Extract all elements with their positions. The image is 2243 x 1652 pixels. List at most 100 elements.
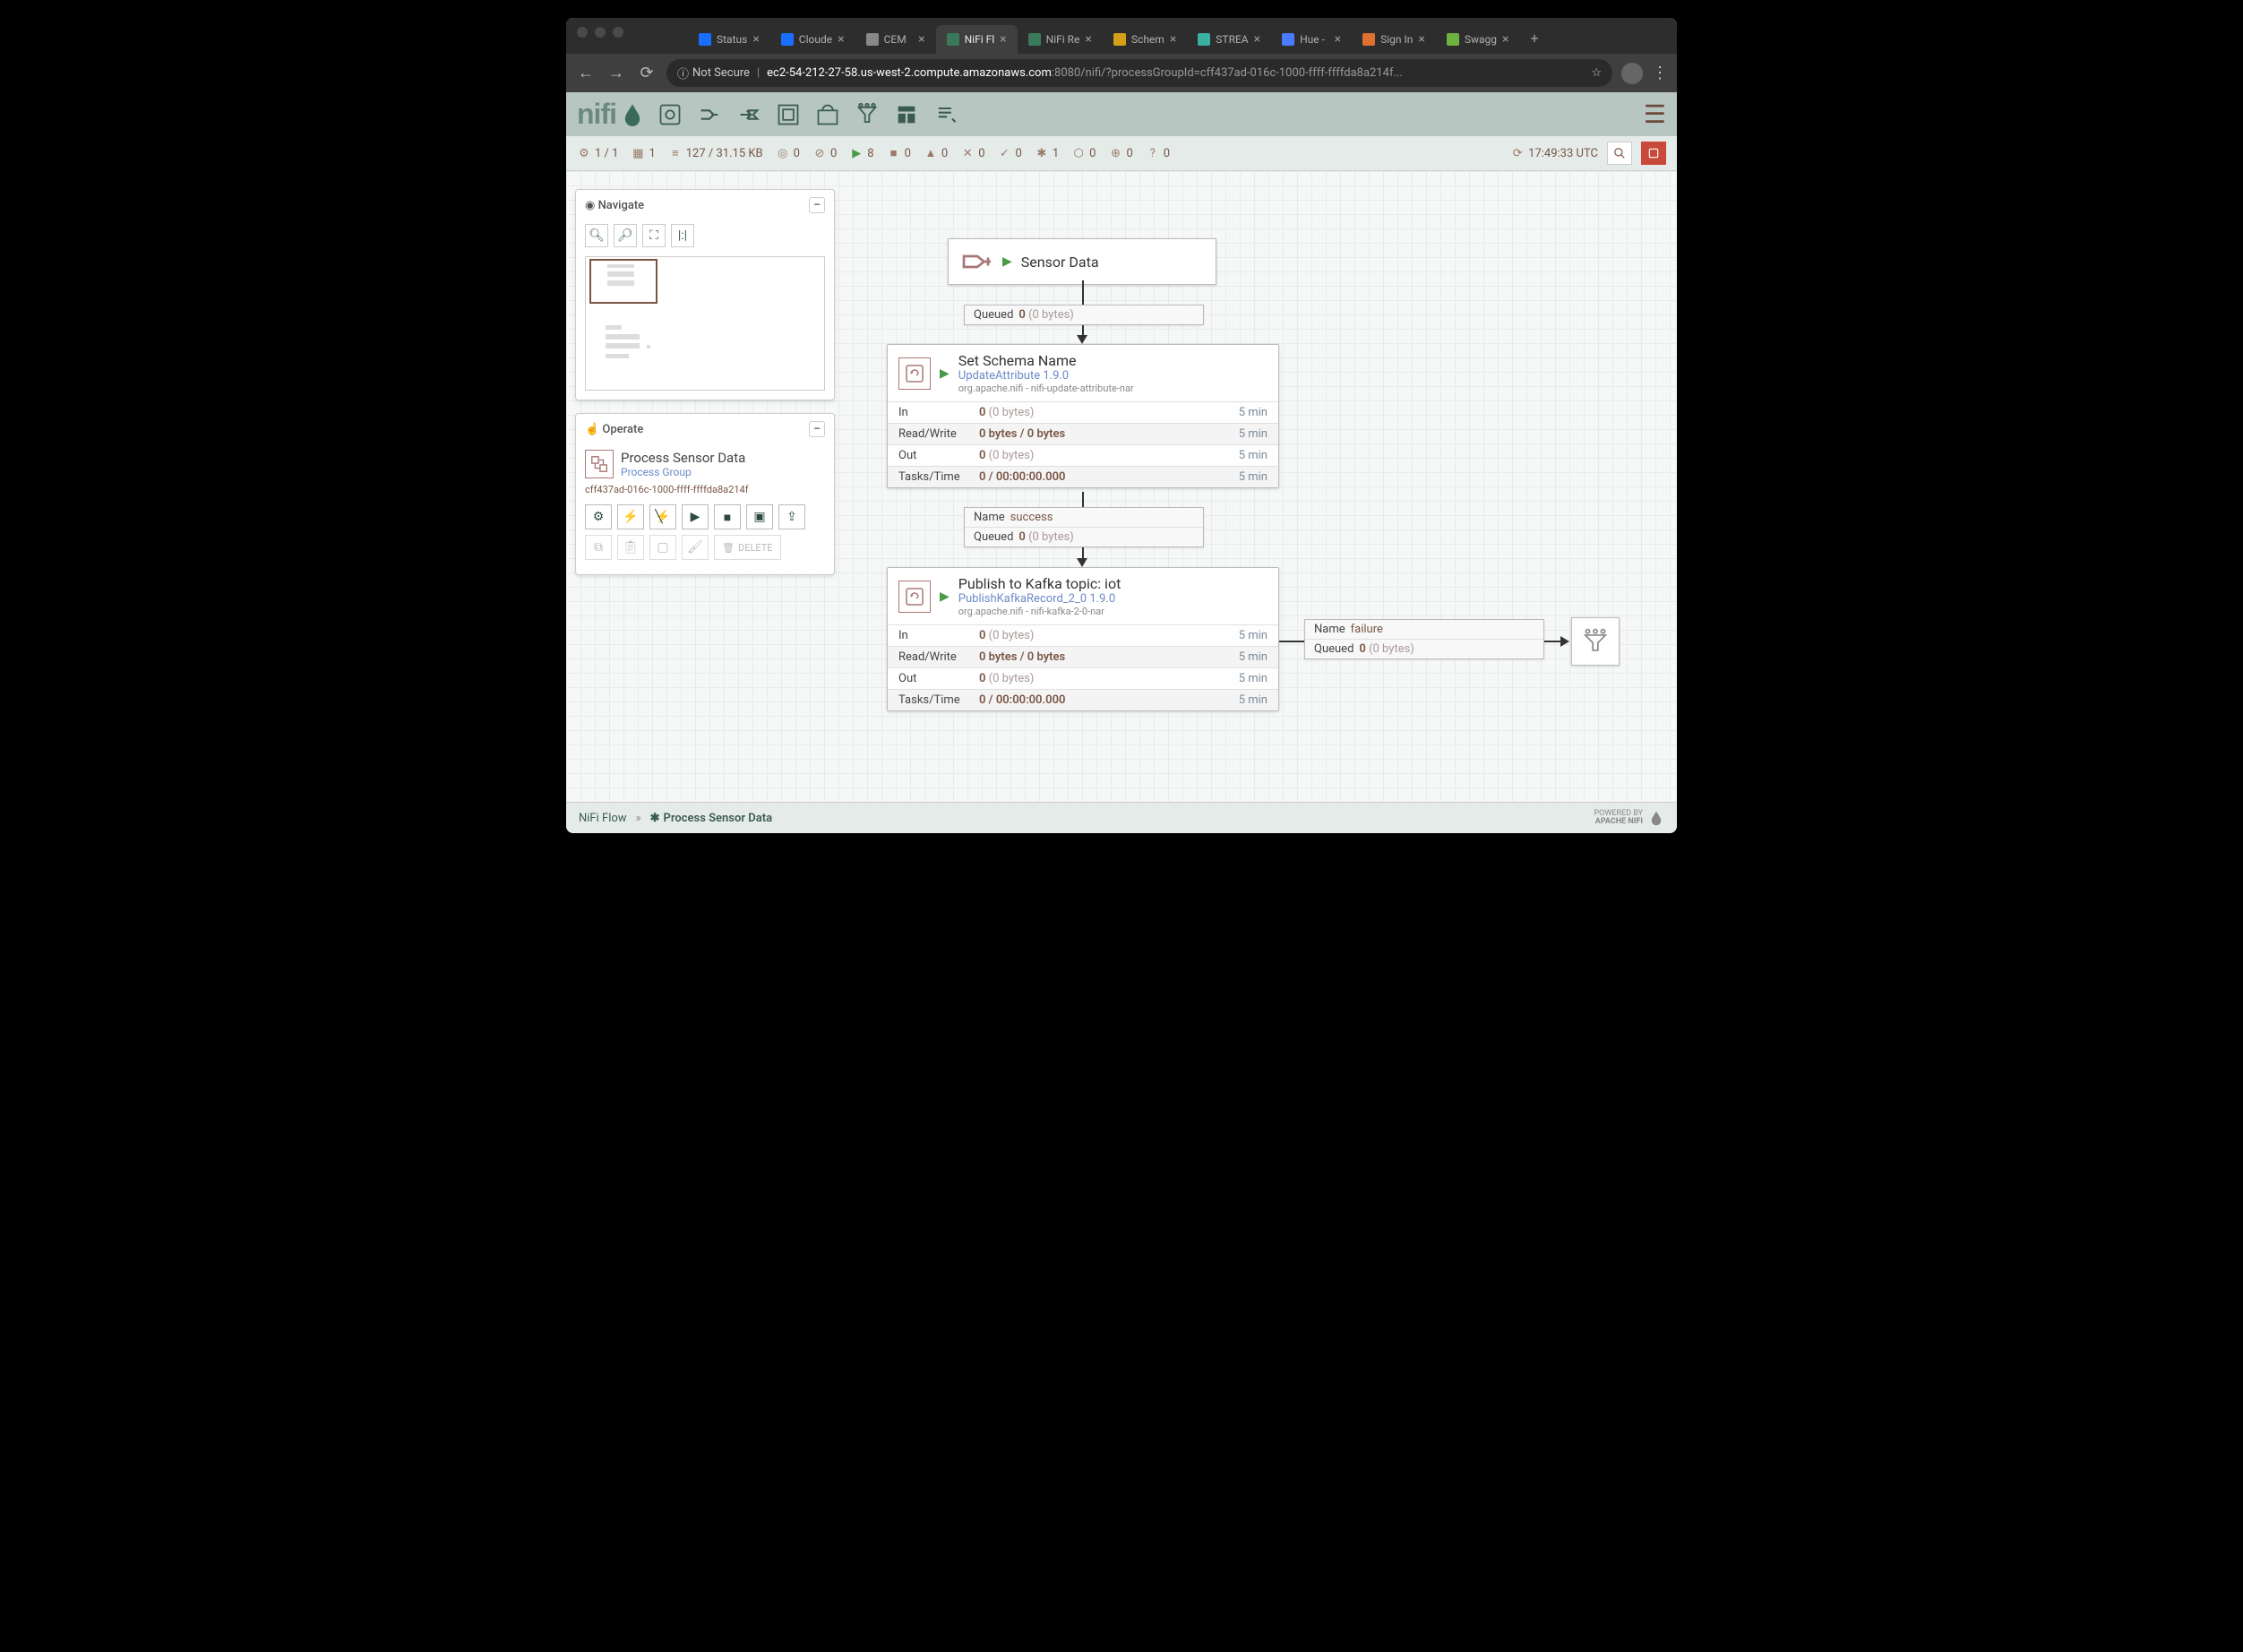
copy-button: ⧉ [585,535,612,560]
start-button[interactable]: ▶ [682,504,709,529]
status-up-to-date: ✓0 [998,147,1022,160]
tab-close-icon[interactable]: × [1502,32,1508,47]
profile-avatar[interactable] [1621,63,1643,84]
browser-tab[interactable]: NiFi Re× [1018,25,1103,54]
add-label-icon[interactable] [932,100,960,129]
status-refreshed: ⟳17:49:33 UTC [1510,147,1598,160]
zoom-in-button[interactable]: 🔍︎ [585,224,608,247]
nifi-drop-icon [620,102,645,127]
tab-close-icon[interactable]: × [838,32,844,47]
add-output-port-icon[interactable] [735,100,763,129]
stop-button[interactable]: ■ [714,504,741,529]
bulletin-button[interactable] [1641,142,1666,165]
operate-name: Process Sensor Data [621,450,745,466]
browser-tab[interactable]: Hue - × [1271,25,1352,54]
window-maximize[interactable] [613,27,623,38]
status-invalid: ▲0 [924,146,948,160]
collapse-navigate-button[interactable]: − [809,197,825,213]
birdseye-view[interactable] [585,256,825,391]
browser-tab[interactable]: Sign In × [1352,25,1436,54]
group-button: ▢ [649,535,676,560]
browser-tab[interactable]: NiFi Fl× [936,25,1018,54]
input-port-sensor-data[interactable]: ▶ Sensor Data [948,238,1216,285]
add-processor-icon[interactable] [656,100,684,129]
processor-bundle: org.apache.nifi - nifi-kafka-2-0-nar [958,606,1122,617]
create-template-button[interactable]: ▣ [746,504,773,529]
browser-tab[interactable]: STREA× [1187,25,1271,54]
paste-button: 📋︎ [617,535,644,560]
breadcrumb-root[interactable]: NiFi Flow [579,812,627,825]
tab-close-icon[interactable]: × [918,32,924,47]
add-process-group-icon[interactable] [774,100,803,129]
flow-canvas[interactable]: ◉ Navigate − 🔍︎ 🔎︎ ⛶ |:| [566,171,1677,802]
tab-close-icon[interactable]: × [1000,32,1006,47]
tab-favicon [1113,33,1126,46]
browser-tab[interactable]: Cloude× [770,25,855,54]
browser-tab[interactable]: Schem× [1103,25,1187,54]
window-minimize[interactable] [595,27,606,38]
tab-title: Sign In [1380,33,1413,46]
enable-button[interactable]: ⚡ [617,504,644,529]
tab-close-icon[interactable]: × [1085,32,1091,47]
add-input-port-icon[interactable] [695,100,724,129]
zoom-fit-button[interactable]: ⛶ [642,224,666,247]
zoom-out-button[interactable]: 🔎︎ [614,224,637,247]
address-bar[interactable]: ⓘ Not Secure | ec2-54-212-27-58.us-west-… [666,59,1612,87]
status-nodes: ⚙1 / 1 [577,147,618,160]
disable-button[interactable]: ⚡╲ [649,504,676,529]
add-template-icon[interactable] [892,100,921,129]
processor-name: Set Schema Name [958,352,1134,369]
forward-button[interactable]: → [606,64,627,82]
run-status-icon: ▶ [940,366,950,381]
navigate-title: Navigate [598,199,645,212]
nifi-logo: nifi [577,98,645,131]
browser-tab[interactable]: Swagg × [1436,25,1520,54]
tab-close-icon[interactable]: × [752,32,759,47]
operate-title: Operate [602,423,643,436]
configure-button[interactable]: ⚙ [585,504,612,529]
tab-favicon [1028,33,1041,46]
bookmark-star-icon[interactable]: ☆ [1591,66,1602,80]
zoom-actual-button[interactable]: |:| [671,224,694,247]
tab-favicon [1362,33,1375,46]
tab-close-icon[interactable]: × [1170,32,1176,47]
processor-name: Publish to Kafka topic: iot [958,575,1122,592]
processor-set-schema-name[interactable]: ▶ Set Schema Name UpdateAttribute 1.9.0 … [887,344,1279,488]
new-tab-button[interactable]: + [1520,22,1550,54]
browser-menu-icon[interactable]: ⋮ [1652,64,1668,82]
browser-tab[interactable]: Status × [688,25,770,54]
upload-template-button[interactable]: ⇪ [778,504,805,529]
window-close[interactable] [577,27,588,38]
processor-type: PublishKafkaRecord_2_0 1.9.0 [958,592,1122,606]
tab-close-icon[interactable]: × [1335,32,1341,47]
connection-failure[interactable]: Name failure Queued 0 (0 bytes) [1304,619,1544,659]
connection-success[interactable]: Name success Queued 0 (0 bytes) [964,507,1204,547]
tab-close-icon[interactable]: × [1418,32,1424,47]
browser-tab[interactable]: CEM× [855,25,936,54]
funnel[interactable] [1571,617,1620,666]
navigate-panel: ◉ Navigate − 🔍︎ 🔎︎ ⛶ |:| [575,189,835,400]
status-queued: ≡127 / 31.15 KB [668,146,763,160]
tab-favicon [781,33,794,46]
processor-publish-kafka[interactable]: ▶ Publish to Kafka topic: iot PublishKaf… [887,567,1279,711]
status-unknown: ?0 [1146,147,1170,160]
connection-queued-1[interactable]: Queued 0 (0 bytes) [964,305,1204,325]
security-indicator[interactable]: ⓘ Not Secure [677,65,750,82]
add-funnel-icon[interactable] [853,100,881,129]
tab-close-icon[interactable]: × [1254,32,1260,47]
back-button[interactable]: ← [575,64,597,82]
tab-favicon [1447,33,1459,46]
run-status-icon: ▶ [940,589,950,604]
add-remote-group-icon[interactable] [813,100,842,129]
input-port-name: Sensor Data [1021,254,1099,271]
breadcrumb: NiFi Flow » ✱ Process Sensor Data POWERE… [566,802,1677,833]
collapse-operate-button[interactable]: − [809,421,825,437]
processor-icon [898,357,931,390]
global-menu-icon[interactable]: ☰ [1644,99,1666,129]
tab-title: Status [717,33,747,46]
search-button[interactable] [1607,142,1632,165]
tab-title: Hue - [1300,33,1329,46]
tab-title: Swagg [1465,33,1497,46]
operate-id: cff437ad-016c-1000-ffff-ffffda8a214f [585,484,825,495]
reload-button[interactable]: ⟳ [636,64,657,82]
